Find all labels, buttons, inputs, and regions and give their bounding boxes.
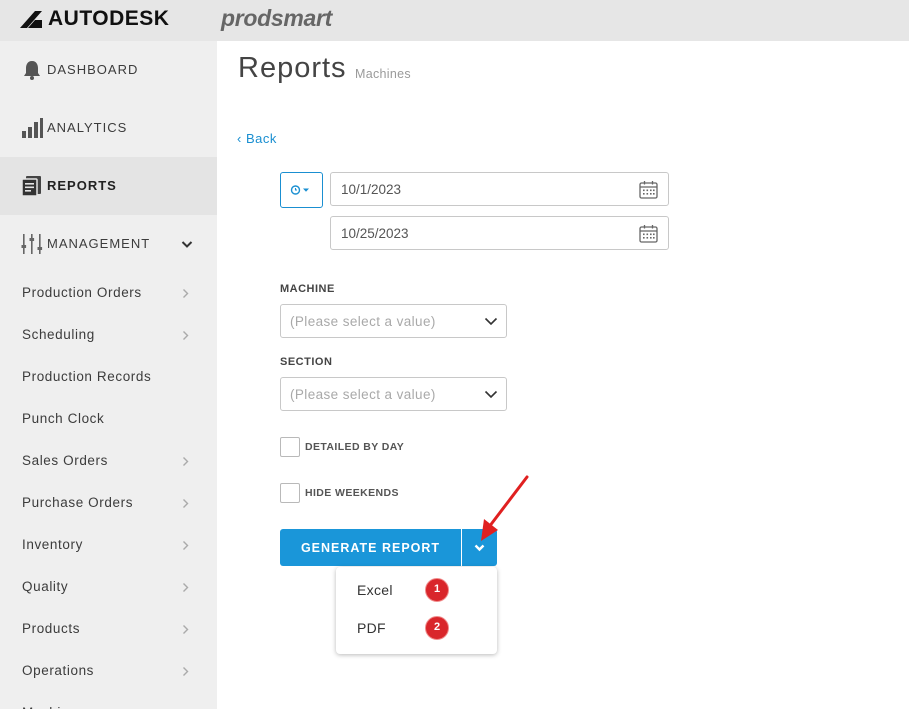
detailed-by-day-checkbox[interactable] <box>280 437 300 457</box>
section-label: SECTION <box>280 356 333 368</box>
sliders-icon <box>21 234 43 254</box>
calendar-icon[interactable] <box>639 224 658 243</box>
menu-item-pdf[interactable]: PDF 2 <box>336 610 497 646</box>
sidebar-subitem-label: Punch Clock <box>22 411 105 426</box>
chevron-right-icon <box>183 625 189 634</box>
chevron-right-icon <box>183 289 189 298</box>
autodesk-logo[interactable]: AUTODESK <box>20 7 170 30</box>
sidebar-item-reports[interactable]: REPORTS <box>0 157 217 215</box>
time-range-button[interactable] <box>280 172 323 208</box>
machine-placeholder: (Please select a value) <box>290 314 436 329</box>
generate-report-label: GENERATE REPORT <box>300 541 441 555</box>
top-bar: AUTODESK prodsmart <box>0 0 909 41</box>
sidebar-subitem-production-orders[interactable]: Production Orders <box>0 273 217 315</box>
sidebar-item-management[interactable]: MANAGEMENT <box>0 215 217 273</box>
sidebar-item-dashboard[interactable]: DASHBOARD <box>0 41 217 99</box>
chevron-down-icon <box>484 317 498 326</box>
product-name: prodsmart <box>221 5 333 31</box>
chevron-right-icon <box>183 331 189 340</box>
sidebar-subitem-label: Products <box>22 621 81 636</box>
menu-item-label: Excel <box>357 582 393 598</box>
chevron-down-icon <box>181 241 193 248</box>
chevron-right-icon <box>183 499 189 508</box>
back-link[interactable]: ‹ Back <box>237 131 277 146</box>
sidebar-item-label: ANALYTICS <box>47 120 128 135</box>
bar-chart-icon <box>22 118 43 138</box>
sidebar-subitem-label: Production Records <box>22 369 152 384</box>
chevron-down-icon <box>484 390 498 399</box>
hide-weekends-checkbox[interactable] <box>280 483 300 503</box>
reports-icon <box>21 176 41 197</box>
sidebar-subitem-label: Production Orders <box>22 285 142 300</box>
end-date-value: 10/25/2023 <box>341 226 409 241</box>
sidebar-subitem-punch-clock[interactable]: Punch Clock <box>0 399 217 441</box>
sidebar-subitem-quality[interactable]: Quality <box>0 567 217 609</box>
annotation-arrow-icon <box>481 475 529 541</box>
end-date-field[interactable]: 10/25/2023 <box>330 216 669 250</box>
sidebar-subitem-production-records[interactable]: Production Records <box>0 357 217 399</box>
calendar-icon[interactable] <box>639 180 658 199</box>
machine-select[interactable]: (Please select a value) <box>280 304 507 338</box>
chevron-right-icon <box>183 667 189 676</box>
brand-name: AUTODESK <box>48 7 170 30</box>
start-date-value: 10/1/2023 <box>341 182 402 197</box>
sidebar-subitem-label: Inventory <box>22 537 83 552</box>
sidebar-subitem-label: Scheduling <box>22 327 95 342</box>
sidebar-item-label: DASHBOARD <box>47 62 139 77</box>
menu-item-excel[interactable]: Excel 1 <box>336 572 497 608</box>
sidebar-subitem-purchase-orders[interactable]: Purchase Orders <box>0 483 217 525</box>
sidebar-item-label: REPORTS <box>47 178 117 193</box>
export-format-menu: Excel 1 PDF 2 <box>336 567 497 654</box>
sidebar: DASHBOARD ANALYTICS REPORTS MANAGEMENT P… <box>0 41 217 709</box>
section-select[interactable]: (Please select a value) <box>280 377 507 411</box>
sidebar-subitem-label: Sales Orders <box>22 453 108 468</box>
menu-item-label: PDF <box>357 620 386 636</box>
step-badge: 1 <box>425 578 449 602</box>
sidebar-subitem-sales-orders[interactable]: Sales Orders <box>0 441 217 483</box>
page-subtitle: Machines <box>355 67 411 81</box>
sidebar-subitem-machines[interactable]: Machines <box>0 693 217 709</box>
sidebar-subitem-label: Quality <box>22 579 69 594</box>
hide-weekends-label: HIDE WEEKENDS <box>305 487 399 499</box>
sidebar-subitem-inventory[interactable]: Inventory <box>0 525 217 567</box>
sidebar-subitem-products[interactable]: Products <box>0 609 217 651</box>
detailed-by-day-label: DETAILED BY DAY <box>305 441 405 453</box>
sidebar-subitem-operations[interactable]: Operations <box>0 651 217 693</box>
machine-label: MACHINE <box>280 283 335 295</box>
section-placeholder: (Please select a value) <box>290 387 436 402</box>
generate-report-button[interactable]: GENERATE REPORT <box>280 529 461 566</box>
start-date-field[interactable]: 10/1/2023 <box>330 172 669 206</box>
sidebar-subitem-label: Purchase Orders <box>22 495 134 510</box>
sidebar-subitem-label: Operations <box>22 663 95 678</box>
sidebar-subitem-label: Machines <box>22 705 85 709</box>
sidebar-item-analytics[interactable]: ANALYTICS <box>0 99 217 157</box>
step-badge: 2 <box>425 616 449 640</box>
chevron-right-icon <box>183 457 189 466</box>
clock-icon <box>290 185 309 195</box>
bell-icon <box>24 61 40 80</box>
sidebar-subitem-scheduling[interactable]: Scheduling <box>0 315 217 357</box>
autodesk-logo-icon <box>20 10 42 28</box>
chevron-right-icon <box>183 541 189 550</box>
chevron-right-icon <box>183 583 189 592</box>
page-title: Reports <box>238 52 347 84</box>
sidebar-item-label: MANAGEMENT <box>47 236 151 251</box>
